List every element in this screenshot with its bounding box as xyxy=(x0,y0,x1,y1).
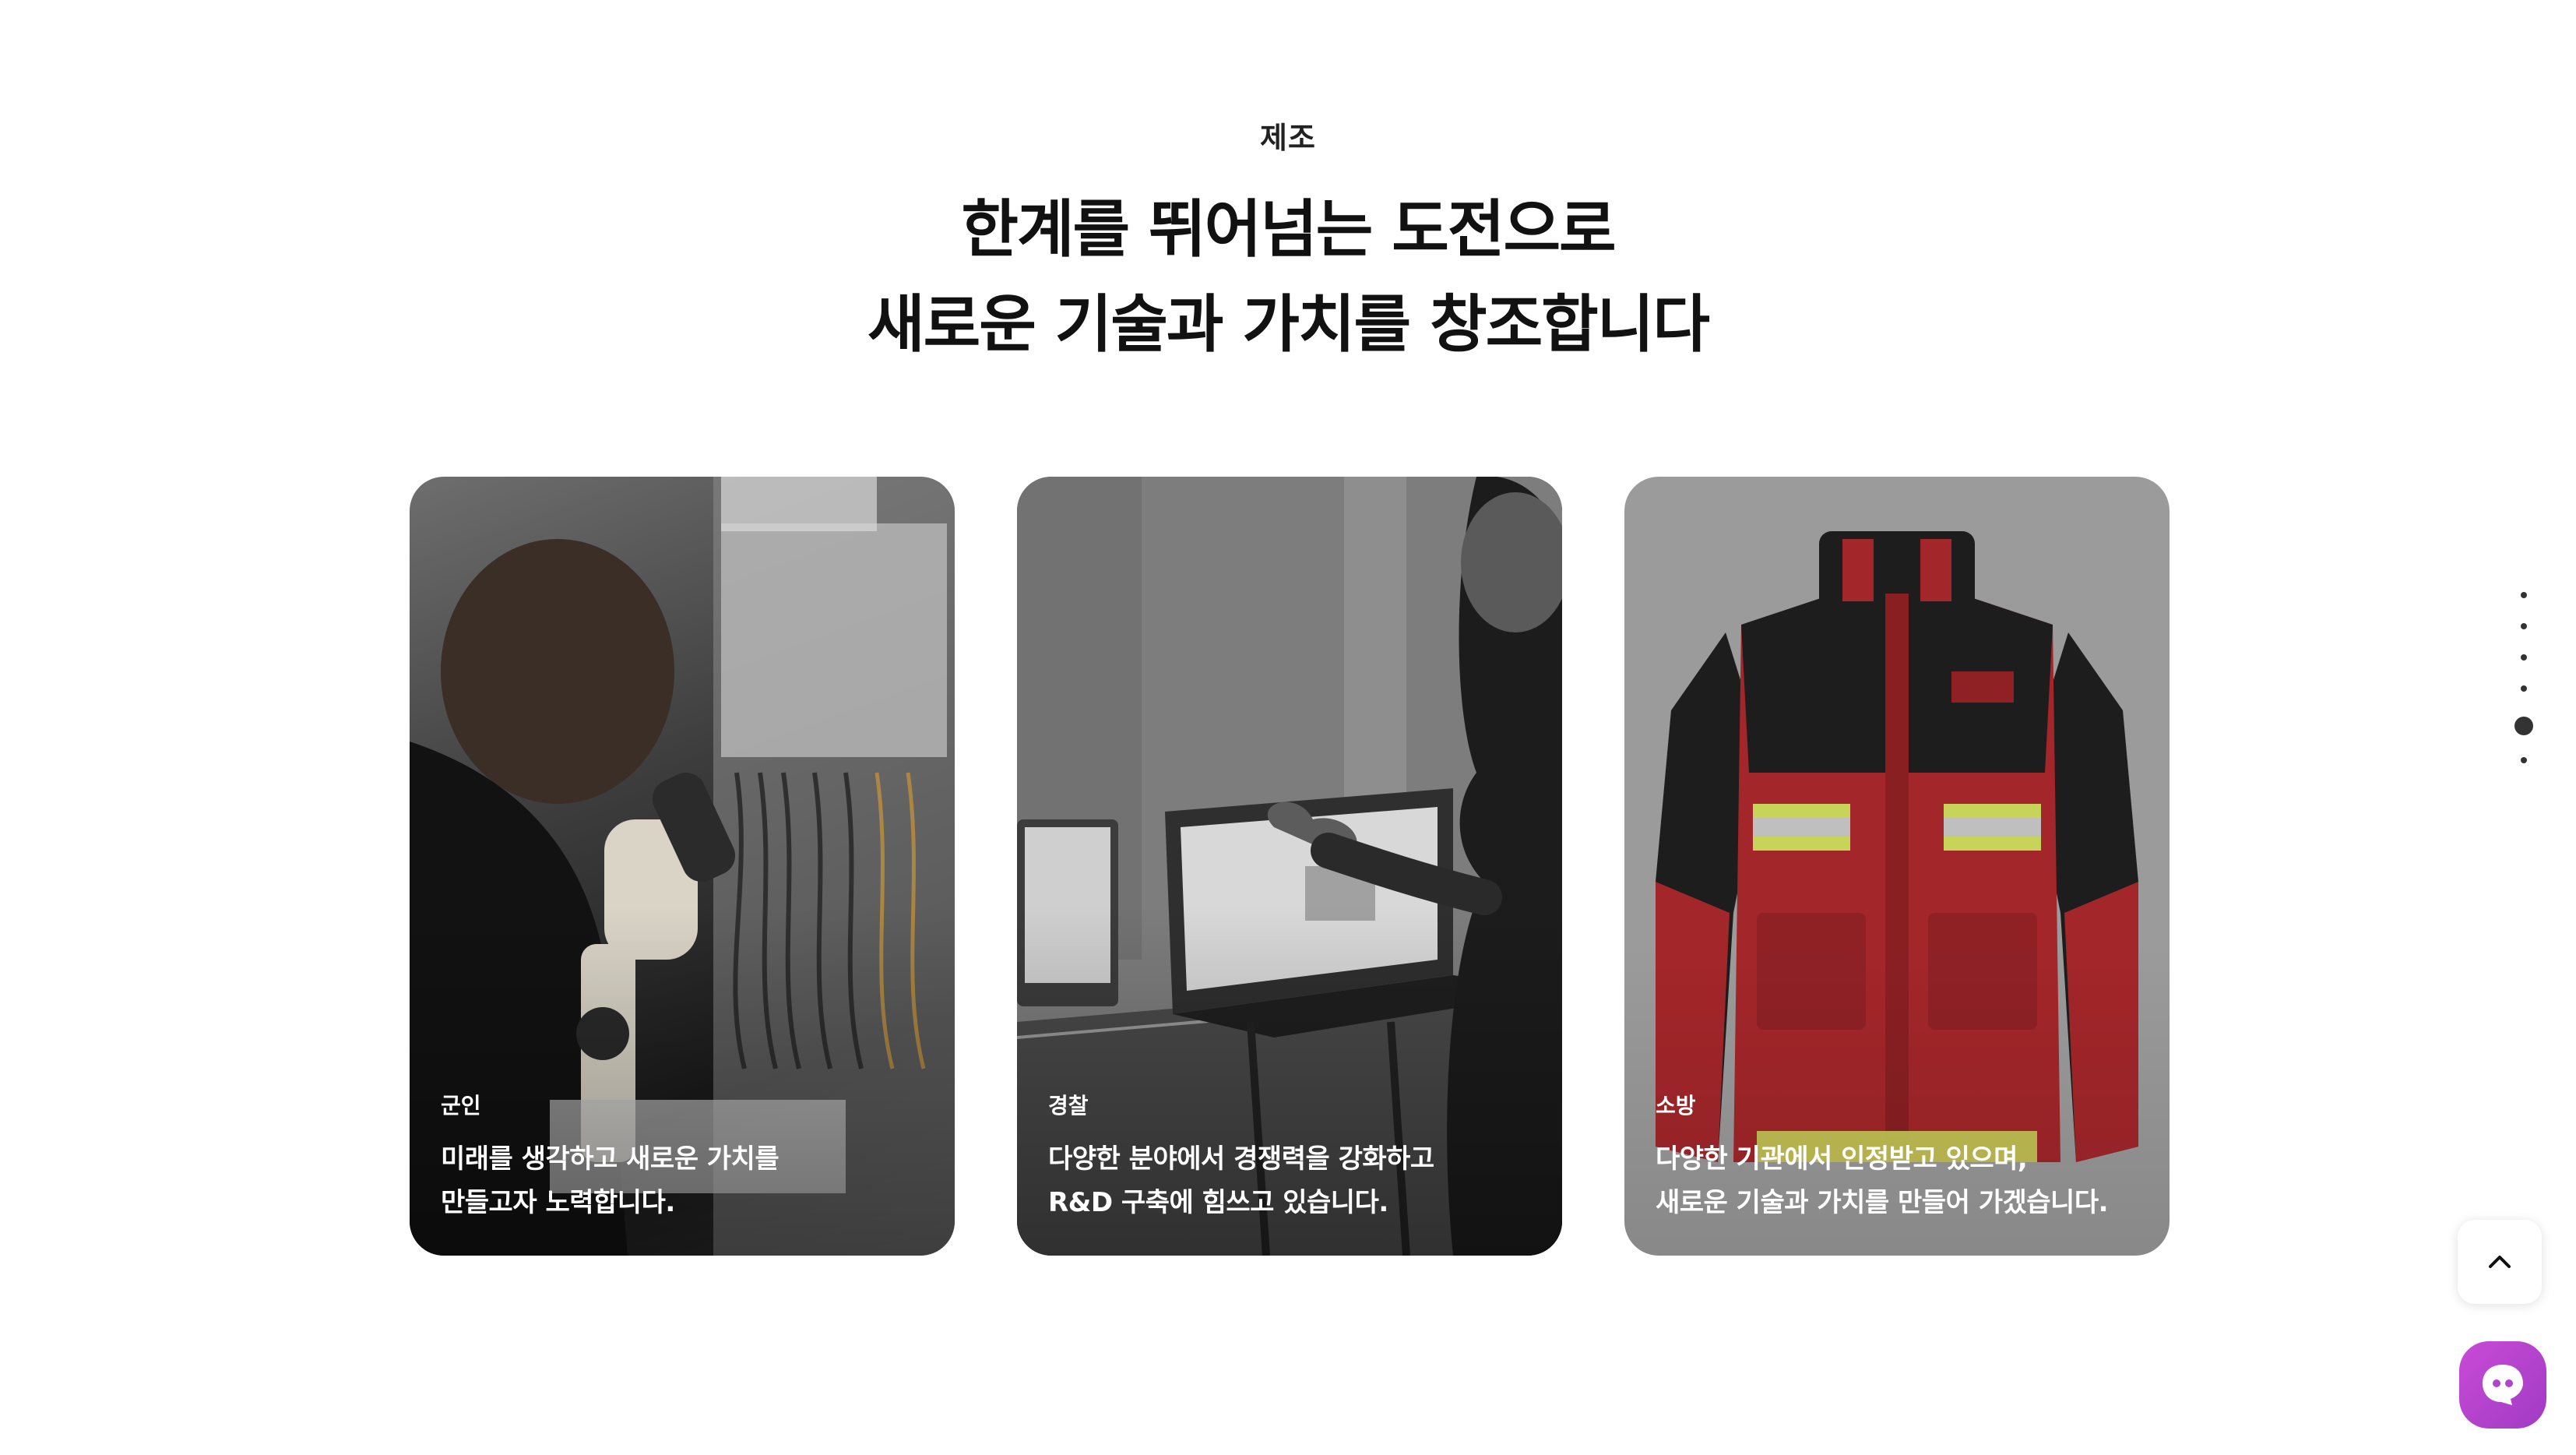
pager-dot-4[interactable] xyxy=(2521,685,2527,692)
scroll-to-top-button[interactable] xyxy=(2458,1220,2542,1304)
card-category: 군인 xyxy=(441,1093,481,1119)
chat-button[interactable] xyxy=(2459,1341,2546,1429)
card-category: 소방 xyxy=(1656,1093,1696,1119)
card-description-line-1: 다양한 기관에서 인정받고 있으며, xyxy=(1656,1143,2028,1175)
card-description-line-2: 새로운 기술과 가치를 만들어 가겠습니다. xyxy=(1656,1187,2109,1218)
card-description-line-2: R&D 구축에 힘쓰고 있습니다. xyxy=(1048,1187,1388,1218)
chevron-up-icon xyxy=(2489,1256,2511,1268)
card-firefighter[interactable]: 소방 다양한 기관에서 인정받고 있으며, 새로운 기술과 가치를 만들어 가겠… xyxy=(1624,477,2170,1256)
manufacturing-section: 제조 한계를 뛰어넘는 도전으로 새로운 기술과 가치를 창조합니다 군인 미래… xyxy=(0,0,2576,1455)
card-list: 군인 미래를 생각하고 새로운 가치를 만들고자 노력합니다. 경찰 다양한 분… xyxy=(410,477,2170,1256)
pager-dot-1[interactable] xyxy=(2521,592,2527,598)
card-description: 미래를 생각하고 새로운 가치를 만들고자 노력합니다. xyxy=(441,1137,779,1224)
card-description: 다양한 분야에서 경쟁력을 강화하고 R&D 구축에 힘쓰고 있습니다. xyxy=(1048,1137,1434,1224)
headline-line-1: 한계를 뛰어넘는 도전으로 xyxy=(961,193,1616,266)
pager-dot-2[interactable] xyxy=(2521,623,2527,629)
section-headline: 한계를 뛰어넘는 도전으로 새로운 기술과 가치를 창조합니다 xyxy=(0,182,2576,372)
card-category: 경찰 xyxy=(1048,1093,1089,1119)
pager-dot-3[interactable] xyxy=(2521,654,2527,661)
card-description-line-1: 다양한 분야에서 경쟁력을 강화하고 xyxy=(1048,1143,1434,1175)
card-description-line-1: 미래를 생각하고 새로운 가치를 xyxy=(441,1143,779,1175)
card-military[interactable]: 군인 미래를 생각하고 새로운 가치를 만들고자 노력합니다. xyxy=(410,477,955,1256)
card-description-line-2: 만들고자 노력합니다. xyxy=(441,1187,675,1218)
card-police[interactable]: 경찰 다양한 분야에서 경쟁력을 강화하고 R&D 구축에 힘쓰고 있습니다. xyxy=(1017,477,1562,1256)
pager-dot-5-active[interactable] xyxy=(2514,717,2533,735)
chat-bubble-icon xyxy=(2483,1365,2523,1405)
section-eyebrow: 제조 xyxy=(1260,121,1316,155)
headline-line-2: 새로운 기술과 가치를 창조합니다 xyxy=(867,288,1710,361)
card-description: 다양한 기관에서 인정받고 있으며, 새로운 기술과 가치를 만들어 가겠습니다… xyxy=(1656,1137,2109,1224)
section-pager xyxy=(2512,592,2536,788)
pager-dot-6[interactable] xyxy=(2521,757,2527,763)
